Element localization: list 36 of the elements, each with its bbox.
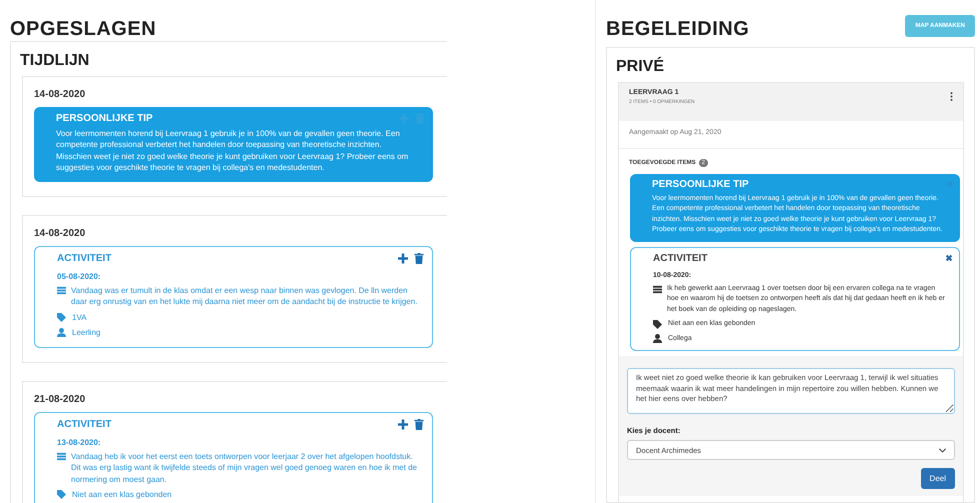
person-icon — [57, 328, 66, 338]
section-title: OPGESLAGEN — [10, 17, 158, 41]
panel-title: TIJDLIJN — [19, 51, 90, 71]
list-icon — [57, 286, 66, 294]
item-date: 05-08-2020: — [57, 271, 102, 282]
item-date: 13-08-2020: — [57, 437, 102, 448]
chevron-icon — [939, 448, 946, 452]
item-title: ACTIVITEIT — [653, 254, 708, 264]
item-title: PERSOONLIJKE TIP — [56, 113, 153, 124]
list-icon — [57, 452, 66, 460]
entry-date: 21-08-2020 — [34, 394, 86, 404]
tag-icon — [57, 490, 66, 500]
person-icon — [653, 334, 662, 344]
item-tag: 1VA — [72, 312, 87, 323]
share-button[interactable]: Deel — [920, 468, 955, 489]
close-icon[interactable] — [945, 254, 953, 262]
tag-icon — [57, 312, 66, 322]
panel-title: PRIVÉ — [615, 56, 666, 77]
more-icon[interactable] — [950, 92, 953, 101]
item-person: Leerling — [72, 327, 100, 338]
item-text: Voor leermomenten horend bij Leervraag 1 gebruik je in 100% van de gevallen geen theorie. Een competente professional verbetert het handelen door toepassing van theoretische inzichten. Misschien weet je niet zo goed welke theorie je kunt gebruiken voor Leervraag 1? Probeer eens om suggesties voor geschikte theorie te vragen bij collega's en medestudenten. — [56, 128, 410, 174]
item-text: Vandaag was er tumult in de klas omdat er een wesp naar binnen was gevlogen. De lln werden daar erg onrustig van en het lukte mij daarna niet meer om de aandacht bij de instructie te krijgen. — [71, 284, 418, 308]
plus-icon[interactable] — [398, 252, 408, 264]
item-tag: Niet aan een klas gebonden — [72, 489, 172, 500]
tag-icon — [653, 320, 662, 329]
trash-icon[interactable] — [414, 252, 424, 264]
list-icon — [653, 284, 662, 294]
item-title: ACTIVITEIT — [57, 418, 112, 430]
item-title: ACTIVITEIT — [57, 252, 112, 264]
entry-date: 14-08-2020 — [34, 89, 86, 100]
section-title: BEGELEIDING — [606, 17, 750, 42]
item-title: PERSOONLIJKE TIP — [652, 180, 749, 190]
entry-date: 14-08-2020 — [34, 228, 86, 238]
item-text: Vandaag heb ik voor het eerst een toets ontworpen voor leerjaar 2 over het afgelopen hoofdstuk. Dit was erg lastig want ik twijfelde steeds of mijn vragen wel goed genoeg waren en hoe ik met de normering om moest gaan. — [71, 450, 418, 485]
trash-icon[interactable] — [414, 418, 424, 430]
plus-icon[interactable] — [398, 418, 408, 430]
